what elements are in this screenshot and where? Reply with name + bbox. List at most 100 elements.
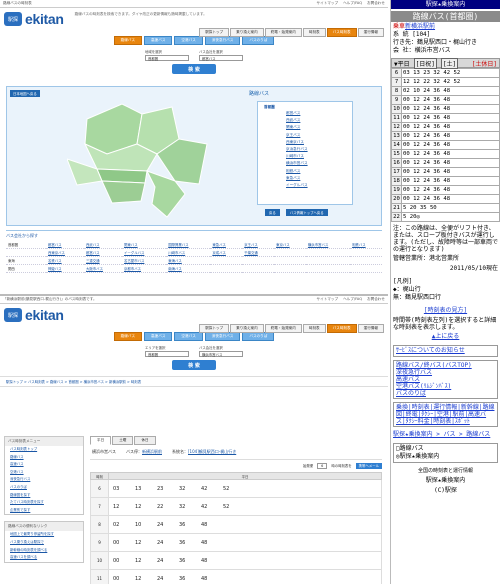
- company-link[interactable]: 横浜市営バス: [305, 241, 351, 249]
- company-link[interactable]: 東急バス: [210, 241, 243, 249]
- company-link[interactable]: 千葉交通: [242, 248, 275, 257]
- day-option-saturday[interactable]: [土]: [440, 57, 459, 69]
- tab-route-bus[interactable]: 路線バス: [113, 332, 143, 341]
- company-link[interactable]: 相鉄バス: [264, 168, 346, 175]
- tab-highway-bus[interactable]: 高速バス: [144, 332, 173, 341]
- table-row[interactable]: 14 00 12 24 36 48: [391, 140, 500, 150]
- table-row[interactable]: 10 00 12 24 36 48: [391, 104, 500, 114]
- tab-bus-stop[interactable]: バスのりば: [242, 332, 275, 341]
- company-link[interactable]: 京浜急行バス: [264, 146, 346, 153]
- menu-item[interactable]: 空港バス(ﾘﾑｼﾞﾝﾊﾞｽ): [396, 383, 495, 390]
- hour-cell[interactable]: 16: [391, 158, 402, 168]
- table-row[interactable]: 13 00 12 24 36 48: [391, 131, 500, 141]
- mobile-breadcrumb[interactable]: 駅探★乗換案内 > バス > 路線バス: [391, 430, 500, 440]
- nav-bus-timetable[interactable]: バス時刻表: [326, 28, 357, 37]
- company-link[interactable]: 関東バス: [122, 241, 167, 249]
- side-link-item[interactable]: 高速バスを調べる: [5, 554, 83, 562]
- search-button[interactable]: 検 索: [172, 64, 216, 74]
- service-notice-link[interactable]: ｻｰﾋﾞｽについてのお知らせ: [393, 345, 498, 357]
- side-menu-item[interactable]: 企業別で探す: [5, 507, 83, 515]
- company-link[interactable]: 東海バス: [166, 256, 211, 265]
- table-row[interactable]: 8 02 10 24 36 48: [391, 86, 500, 96]
- side-link-item[interactable]: バス乗り換えは駅探で: [5, 539, 83, 547]
- tab-bus-stop[interactable]: バスのりば: [242, 36, 275, 45]
- nav-timetable[interactable]: 時刻表: [302, 28, 326, 37]
- hour-cell[interactable]: 12: [391, 122, 402, 132]
- side-menu-item[interactable]: 空港バス: [5, 469, 83, 477]
- day-option-holiday[interactable]: [日祝]: [413, 57, 437, 69]
- tab-airport-bus[interactable]: 空港バス: [174, 36, 203, 45]
- hour-cell[interactable]: 7: [391, 77, 402, 87]
- help-link[interactable]: ヘルプ/FAQ: [343, 1, 362, 6]
- company-link[interactable]: 都営バス: [46, 241, 85, 249]
- menu-item[interactable]: バスのりば: [396, 390, 495, 397]
- company-link[interactable]: 京王バス: [264, 132, 346, 139]
- stop-name[interactable]: 新横浜駅前: [405, 23, 435, 30]
- hour-cell[interactable]: 18: [391, 176, 402, 186]
- table-row[interactable]: 22 5 20◎: [391, 212, 500, 222]
- tab-weekday[interactable]: 平日: [90, 436, 112, 445]
- hour-cell[interactable]: 9: [391, 95, 402, 105]
- hour-cell[interactable]: 17: [391, 167, 402, 177]
- menu-item[interactable]: 路線バス/終バス(バスTOP): [396, 362, 495, 369]
- day-option-weekend[interactable]: [土休日]: [472, 59, 497, 68]
- table-row[interactable]: 9 00 12 24 36 48: [391, 95, 500, 105]
- tab-highway-bus[interactable]: 高速バス: [144, 36, 173, 45]
- company-link[interactable]: 西武バス: [264, 117, 346, 124]
- hour-cell[interactable]: 13: [391, 131, 402, 141]
- kanto-map[interactable]: [67, 99, 217, 221]
- menu-item[interactable]: 高速バス: [396, 376, 495, 383]
- side-menu-item[interactable]: 深夜急行バス: [5, 476, 83, 484]
- company-link[interactable]: 都営バス: [264, 110, 346, 117]
- breadcrumb[interactable]: 駅探トップ > バス時刻表 > 路線バス > 首都圏 > 横浜市営バス > 新横…: [0, 376, 388, 387]
- company-link[interactable]: 名鉄バス: [46, 256, 85, 265]
- howto-link[interactable]: [時刻表の見方]: [391, 306, 500, 316]
- company-link[interactable]: 西武バス: [84, 241, 123, 249]
- company-select[interactable]: 横浜市営バス: [199, 351, 243, 357]
- area-select[interactable]: 首都圏: [145, 351, 189, 357]
- table-row[interactable]: 12 00 12 24 36 48: [391, 122, 500, 132]
- side-menu-item[interactable]: バスのりば: [5, 484, 83, 492]
- help-link[interactable]: ヘルプ/FAQ: [343, 297, 362, 302]
- table-row[interactable]: 17 00 12 24 36 48: [391, 167, 500, 177]
- sitemap-link[interactable]: サイトマップ: [317, 1, 339, 6]
- nav-ekitan-top[interactable]: 駅探トップ: [199, 324, 230, 333]
- logo[interactable]: 駅探 ekitan 路線バスの時刻表を検索できます。ダイヤ改正の更新情報も随時掲…: [0, 8, 388, 30]
- company-link[interactable]: 西東京バス: [264, 139, 346, 146]
- mobile-header[interactable]: 駅探★乗換案内: [391, 0, 500, 9]
- table-row[interactable]: 18 00 12 24 36 48: [391, 176, 500, 186]
- hour-cell[interactable]: 21: [391, 203, 402, 213]
- nav-ekitan-top[interactable]: 駅探トップ: [199, 28, 230, 37]
- footer-banner[interactable]: □路線バス: [396, 445, 495, 453]
- nav-last-train[interactable]: 終電・始発案内: [264, 28, 302, 37]
- side-menu-item[interactable]: たてバス時刻表を探す: [5, 499, 83, 507]
- side-menu-item[interactable]: 高速バス: [5, 461, 83, 469]
- side-menu-item[interactable]: 路線図を探す: [5, 492, 83, 500]
- company-link[interactable]: 名古屋市バス: [122, 256, 167, 265]
- nav-last-train[interactable]: 終電・始発案内: [264, 324, 302, 333]
- contact-link[interactable]: お問合わせ: [367, 1, 385, 6]
- tab-saturday[interactable]: 土曜: [112, 436, 134, 445]
- table-row[interactable]: 6 03 13 23 32 42 52: [391, 68, 500, 78]
- company-link[interactable]: 国際興業バス: [166, 241, 211, 249]
- hour-cell[interactable]: 6: [391, 68, 402, 78]
- hour-cell[interactable]: 11: [391, 113, 402, 123]
- area-select[interactable]: 首都圏: [145, 55, 189, 61]
- footer-site[interactable]: 駅探★乗換案内: [391, 476, 500, 486]
- bus-top-button[interactable]: バス情報トップへ戻る: [285, 209, 328, 216]
- company-link[interactable]: 川崎市バス: [264, 153, 346, 160]
- hour-cell[interactable]: 22: [391, 212, 402, 222]
- hour-cell[interactable]: 10: [391, 104, 402, 114]
- company-link[interactable]: 東京バス: [274, 241, 306, 249]
- table-row[interactable]: 19 00 12 24 36 48: [391, 185, 500, 195]
- logo[interactable]: 駅探 ekitan: [0, 304, 388, 326]
- table-row[interactable]: 11 00 12 24 36 48: [391, 113, 500, 123]
- tab-airport-bus[interactable]: 空港バス: [174, 332, 203, 341]
- company-link[interactable]: 三重交通: [84, 256, 123, 265]
- table-row[interactable]: 16 00 12 24 36 48: [391, 158, 500, 168]
- company-link[interactable]: 神姫バス: [46, 264, 85, 273]
- tab-route-bus[interactable]: 路線バス: [113, 36, 143, 45]
- hour-cell[interactable]: 14: [391, 140, 402, 150]
- mail-to-mobile-button[interactable]: 携帯へメール: [355, 463, 382, 469]
- search-button[interactable]: 検 索: [172, 360, 216, 370]
